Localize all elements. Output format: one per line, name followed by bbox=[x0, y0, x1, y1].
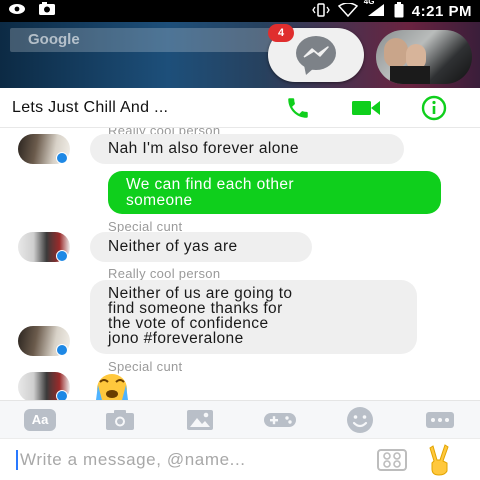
message-text-line: We can find each other bbox=[126, 176, 294, 193]
message-text-line: someone bbox=[126, 192, 193, 209]
victory-hand-icon bbox=[429, 443, 449, 476]
emoji-button[interactable] bbox=[340, 405, 380, 435]
messenger-badge-icon bbox=[56, 250, 68, 262]
notification-eye-icon bbox=[8, 2, 26, 20]
message-text-line: Neither of us are going to bbox=[108, 285, 293, 302]
stickers-icon bbox=[377, 448, 407, 471]
gamepad-icon bbox=[264, 412, 296, 427]
phone-icon bbox=[288, 97, 308, 118]
sender-name: Really cool person bbox=[108, 266, 221, 281]
camera-button[interactable] bbox=[100, 405, 140, 435]
network-type-label: 4G bbox=[363, 0, 375, 6]
messenger-badge-icon bbox=[56, 344, 68, 356]
composer bbox=[0, 438, 480, 480]
message-text-line: the vote of confidence bbox=[108, 315, 269, 332]
message-bubble[interactable]: Neither of us are going to find someone … bbox=[90, 280, 417, 354]
photo-notification-icon bbox=[38, 1, 56, 21]
messenger-badge-icon bbox=[56, 390, 68, 400]
status-bar: 4G 4:21 PM bbox=[0, 0, 480, 22]
camera-icon bbox=[106, 409, 134, 430]
google-search-bar[interactable]: Google bbox=[10, 28, 286, 52]
crying-face-emoji-icon[interactable] bbox=[92, 372, 132, 400]
messenger-badge-icon bbox=[56, 152, 68, 164]
text-format-icon: Aa bbox=[24, 408, 56, 431]
message-bubble[interactable]: Neither of yas are bbox=[90, 232, 312, 262]
chat-title[interactable]: Lets Just Chill And ... bbox=[12, 99, 264, 117]
more-button[interactable] bbox=[420, 405, 460, 435]
text-format-label: Aa bbox=[31, 411, 49, 427]
video-call-button[interactable] bbox=[332, 92, 400, 124]
group-chat-head[interactable] bbox=[376, 30, 472, 84]
video-camera-icon bbox=[352, 100, 380, 115]
message-thread[interactable]: Really cool person Nah I'm also forever … bbox=[0, 128, 480, 400]
games-button[interactable] bbox=[260, 405, 300, 435]
call-button[interactable] bbox=[264, 92, 332, 124]
stickers-button[interactable] bbox=[368, 443, 416, 477]
unread-badge: 4 bbox=[268, 24, 294, 42]
info-button[interactable] bbox=[400, 92, 468, 124]
group-photo-detail bbox=[390, 66, 430, 84]
message-bubble[interactable]: Nah I'm also forever alone bbox=[90, 134, 404, 164]
vibrate-icon bbox=[312, 2, 330, 20]
info-icon bbox=[421, 95, 447, 120]
text-cursor bbox=[16, 449, 18, 470]
quick-reaction-button[interactable] bbox=[416, 443, 464, 477]
signal-icon: 4G bbox=[363, 0, 386, 19]
gallery-icon bbox=[187, 409, 213, 430]
message-text-line: find someone thanks for bbox=[108, 300, 283, 317]
group-photo-person bbox=[384, 38, 408, 68]
messenger-icon bbox=[296, 36, 336, 75]
message-bubble-outgoing[interactable]: We can find each other someone bbox=[108, 171, 441, 214]
gallery-button[interactable] bbox=[180, 405, 220, 435]
chat-header: Lets Just Chill And ... bbox=[0, 88, 480, 128]
text-format-button[interactable]: Aa bbox=[20, 405, 60, 435]
emoji-icon bbox=[347, 406, 373, 433]
message-text-line: jono #foreveralone bbox=[108, 330, 244, 347]
message-input[interactable] bbox=[20, 449, 368, 470]
battery-icon bbox=[394, 1, 404, 21]
status-time: 4:21 PM bbox=[411, 2, 472, 20]
composer-toolbar: Aa bbox=[0, 400, 480, 438]
more-icon bbox=[426, 411, 454, 428]
wifi-icon bbox=[337, 1, 358, 20]
